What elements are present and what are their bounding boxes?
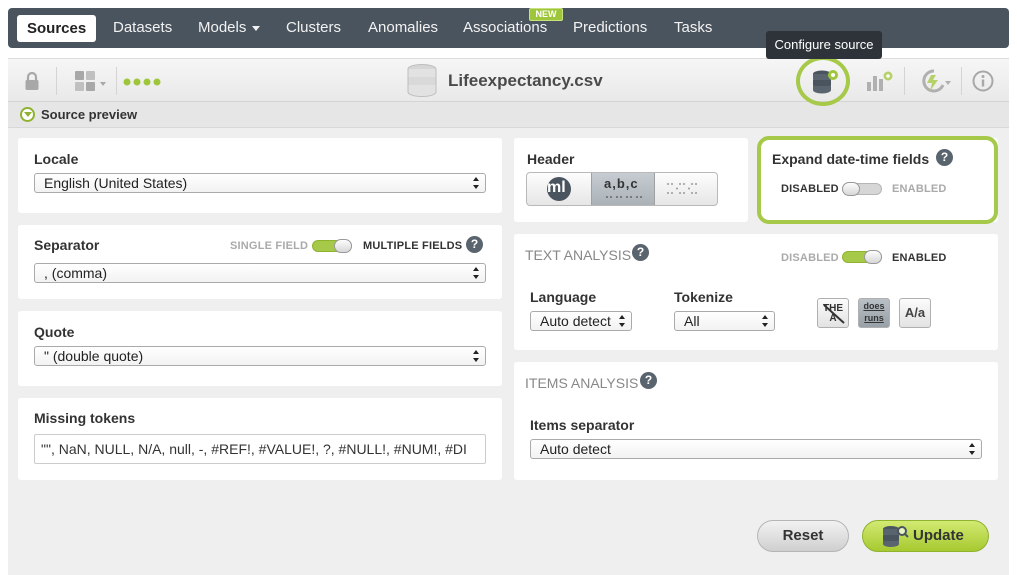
tokenize-value: All: [684, 313, 700, 329]
info-icon[interactable]: [972, 70, 994, 92]
missing-tokens-label: Missing tokens: [34, 410, 136, 426]
text-analysis-label: TEXT ANALYSIS: [525, 247, 632, 263]
header-auto-button[interactable]: ml: [527, 173, 591, 205]
one-click-icon[interactable]: [916, 69, 952, 93]
quote-select[interactable]: " (double quote): [34, 346, 486, 366]
quote-value: " (double quote): [44, 348, 144, 364]
toggle-knob: [334, 239, 352, 253]
language-label: Language: [530, 289, 597, 305]
header-no-header-button[interactable]: [655, 173, 717, 205]
select-arrows-icon: [969, 443, 976, 455]
header-first-row-button[interactable]: a,b,c: [591, 173, 655, 205]
separator-value: , (comma): [44, 265, 107, 281]
select-arrows-icon: [473, 350, 480, 362]
nav-tasks[interactable]: Tasks: [674, 8, 712, 48]
stemming-top-label: does: [863, 301, 885, 311]
locale-label: Locale: [34, 151, 79, 167]
text-analysis-card: TEXT ANALYSIS ? DISABLED ENABLED Languag…: [514, 234, 998, 350]
case-label: A/a: [904, 305, 926, 320]
separator-label: Separator: [34, 237, 100, 253]
stemming-button[interactable]: does runs: [858, 298, 890, 328]
text-analysis-toggle[interactable]: [842, 250, 882, 264]
items-separator-select[interactable]: Auto detect: [530, 439, 982, 459]
reset-button[interactable]: Reset: [757, 520, 849, 552]
bar-chart-icon[interactable]: [866, 70, 894, 92]
chevron-down-icon: [252, 25, 261, 31]
nav-datasets[interactable]: Datasets: [113, 8, 172, 48]
configure-source-highlight: [796, 56, 850, 106]
toolbar-separator: [904, 67, 905, 95]
missing-tokens-input[interactable]: "", NaN, NULL, N/A, null, -, #REF!, #VAL…: [34, 434, 486, 464]
locale-value: English (United States): [44, 175, 188, 191]
multiple-fields-label: MULTIPLE FIELDS: [363, 240, 463, 252]
single-field-label: SINGLE FIELD: [230, 240, 309, 252]
dashes-icon: [606, 196, 642, 198]
language-select[interactable]: Auto detect: [530, 311, 632, 331]
text-analysis-enabled-label: ENABLED: [892, 252, 947, 264]
nav-models[interactable]: Models: [198, 8, 261, 48]
no-header-icon: [667, 183, 699, 194]
select-arrows-icon: [473, 177, 480, 189]
select-arrows-icon: [473, 267, 480, 279]
items-analysis-label: ITEMS ANALYSIS: [525, 375, 639, 391]
quote-label: Quote: [34, 324, 75, 340]
toolbar-separator: [116, 67, 117, 95]
help-icon[interactable]: ?: [632, 244, 649, 261]
more-dots-icon[interactable]: [123, 77, 165, 87]
separator-field-toggle[interactable]: [312, 239, 352, 253]
field-types-icon[interactable]: [74, 70, 108, 92]
expand-datetime-highlight: [757, 136, 998, 224]
header-label: Header: [527, 151, 575, 167]
source-toolbar: Lifeexpectancy.csv: [8, 58, 1009, 102]
case-sensitive-button[interactable]: A/a: [899, 298, 931, 328]
items-analysis-card: ITEMS ANALYSIS ? Items separator Auto de…: [514, 362, 998, 480]
header-abc-label: a,b,c: [604, 176, 639, 191]
nav-anomalies[interactable]: Anomalies: [368, 8, 438, 48]
strikethrough-icon: [823, 304, 845, 324]
chevron-down-icon[interactable]: [20, 107, 35, 122]
language-value: Auto detect: [540, 313, 611, 329]
source-file-name: Lifeexpectancy.csv: [448, 71, 603, 90]
source-preview-label: Source preview: [41, 107, 138, 122]
toolbar-separator: [961, 67, 962, 95]
quote-card: Quote " (double quote): [18, 311, 502, 386]
lock-icon[interactable]: [24, 71, 40, 91]
tokenize-label: Tokenize: [674, 289, 733, 305]
items-separator-label: Items separator: [530, 417, 635, 433]
toggle-knob: [864, 250, 882, 264]
stopwords-button[interactable]: THE A: [817, 298, 849, 328]
database-search-icon: [883, 526, 909, 547]
locale-select[interactable]: English (United States): [34, 173, 486, 193]
text-analysis-disabled-label: DISABLED: [781, 252, 839, 264]
separator-select[interactable]: , (comma): [34, 263, 486, 283]
select-arrows-icon: [619, 315, 626, 327]
update-label: Update: [913, 527, 964, 544]
select-arrows-icon: [762, 315, 769, 327]
nav-clusters[interactable]: Clusters: [286, 8, 341, 48]
tokenize-select[interactable]: All: [674, 311, 775, 331]
header-options-group: ml a,b,c: [526, 172, 718, 206]
source-preview-bar[interactable]: Source preview: [8, 102, 1009, 128]
locale-card: Locale English (United States): [18, 138, 502, 213]
help-icon[interactable]: ?: [640, 372, 657, 389]
new-badge: NEW: [529, 8, 563, 21]
help-icon[interactable]: ?: [466, 236, 483, 253]
missing-tokens-card: Missing tokens "", NaN, NULL, N/A, null,…: [18, 398, 502, 480]
items-separator-value: Auto detect: [540, 441, 611, 457]
nav-sources[interactable]: Sources: [17, 15, 97, 42]
toolbar-separator: [56, 67, 57, 95]
update-button[interactable]: Update: [862, 520, 989, 552]
database-icon: [407, 64, 437, 97]
ml-label: ml: [547, 179, 566, 196]
stemming-bottom-label: runs: [864, 313, 884, 323]
configure-source-tooltip: Configure source: [766, 31, 882, 59]
nav-models-label: Models: [198, 19, 247, 36]
separator-card: Separator SINGLE FIELD MULTIPLE FIELDS ?…: [18, 225, 502, 299]
nav-predictions[interactable]: Predictions: [573, 8, 647, 48]
